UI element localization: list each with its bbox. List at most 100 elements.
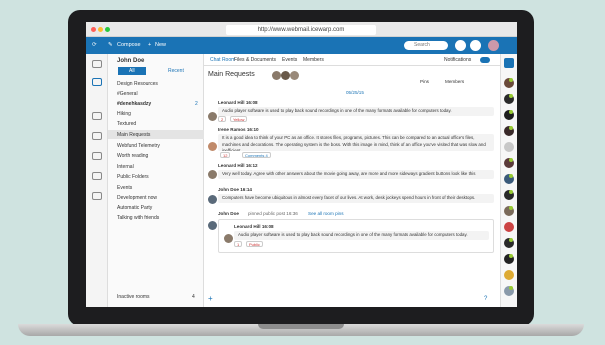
sidebar-item[interactable]: Development now — [117, 195, 157, 201]
pinned-text: pinned public post 16:36 — [248, 211, 298, 216]
app-window: http://www.webmail.icewarp.com ⟳ ✎ Compo… — [86, 22, 517, 307]
avatar — [208, 195, 217, 204]
contact-avatar[interactable] — [504, 222, 514, 232]
maximize-dot[interactable] — [105, 27, 110, 32]
reaction[interactable]: 1 — [234, 241, 243, 247]
contact-avatar[interactable] — [504, 110, 514, 120]
contact-avatar[interactable] — [504, 158, 514, 168]
contact-avatar[interactable] — [504, 270, 514, 280]
message-author: Leonard Hill 16:12 — [218, 163, 258, 168]
add-icon[interactable]: + — [208, 294, 213, 303]
reaction[interactable]: Yellow — [230, 116, 248, 122]
app-topbar: ⟳ ✎ Compose + New Search — [86, 37, 517, 54]
contact-avatar[interactable] — [504, 142, 514, 152]
phone-icon[interactable] — [455, 40, 466, 51]
contact-avatar[interactable] — [504, 126, 514, 136]
laptop-notch — [258, 324, 344, 329]
browser-titlebar: http://www.webmail.icewarp.com — [86, 22, 517, 37]
avatar — [272, 71, 281, 80]
contact-avatar[interactable] — [504, 190, 514, 200]
message-author: Leonard Hill 16:08 — [234, 224, 274, 229]
sidebar-item-active[interactable]: Main Requests — [117, 132, 150, 138]
comments-button[interactable]: Comments 4 — [242, 152, 271, 158]
pins-button[interactable]: Pins — [420, 79, 429, 84]
message-author: Leonard Hill 16:08 — [218, 100, 258, 105]
mail-icon[interactable] — [92, 60, 102, 68]
reaction[interactable]: Public — [246, 241, 263, 247]
new-button[interactable]: New — [155, 42, 166, 48]
files-icon[interactable] — [92, 192, 102, 200]
avatar[interactable] — [488, 40, 499, 51]
settings-icon[interactable] — [504, 58, 514, 68]
notifications-label: Notifications — [444, 57, 472, 63]
date-separator: 05/25/15 — [346, 90, 364, 95]
message-text: Audio player software is used to play ba… — [234, 231, 489, 240]
message-author: Irene Ramos 16:10 — [218, 127, 259, 132]
tab-events[interactable]: Events — [282, 57, 297, 63]
contact-avatar[interactable] — [504, 206, 514, 216]
sidebar-item[interactable]: Worth reading — [117, 153, 148, 159]
tasks-icon[interactable] — [92, 152, 102, 160]
sidebar-item[interactable]: Public Folders — [117, 174, 149, 180]
contact-avatar[interactable] — [504, 78, 514, 88]
video-icon[interactable] — [470, 40, 481, 51]
sidebar-item[interactable]: Textured — [117, 121, 136, 127]
pinned-author: John Doe — [218, 211, 239, 216]
contact-avatar[interactable] — [504, 286, 514, 296]
contact-avatar[interactable] — [504, 254, 514, 264]
avatar — [208, 170, 217, 179]
tab-chat-room[interactable]: Chat Room — [210, 57, 235, 63]
sidebar-item[interactable]: Hiking — [117, 111, 131, 117]
sidebar-item[interactable]: Design Resources — [117, 81, 158, 87]
chat-panel: Chat Room Files & Documents Events Membe… — [204, 54, 500, 307]
refresh-icon[interactable]: ⟳ — [92, 42, 97, 48]
notes-icon[interactable] — [92, 172, 102, 180]
reaction[interactable]: 2 — [218, 116, 227, 122]
compose-icon[interactable]: ✎ — [108, 42, 113, 48]
room-tabs: Chat Room Files & Documents Events Membe… — [204, 54, 500, 66]
see-pins-link[interactable]: See all room pins — [308, 211, 344, 216]
tab-all[interactable]: All — [118, 67, 146, 75]
room-sidebar: John Doe All Recent Design Resources #Ge… — [108, 54, 204, 307]
contact-avatar[interactable] — [504, 174, 514, 184]
sidebar-item[interactable]: Internal — [117, 164, 134, 170]
compose-button[interactable]: Compose — [117, 42, 141, 48]
tab-files[interactable]: Files & Documents — [234, 57, 276, 63]
search-input[interactable]: Search — [404, 41, 448, 50]
sidebar-item[interactable]: Webfund Telemetry — [117, 143, 160, 149]
members-button[interactable]: Members — [445, 79, 464, 84]
message-text: It is a good idea to think of your PC as… — [218, 134, 494, 151]
tab-members[interactable]: Members — [303, 57, 324, 63]
inactive-rooms[interactable]: Inactive rooms — [117, 294, 150, 300]
sidebar-item[interactable]: Talking with friends — [117, 215, 159, 221]
avatar — [224, 234, 233, 243]
message-text: Audio player software is used to play ba… — [218, 107, 494, 116]
close-dot[interactable] — [91, 27, 96, 32]
avatar — [281, 71, 290, 80]
room-title: Main Requests — [208, 71, 255, 78]
unread-badge: 2 — [195, 101, 198, 107]
message-text: Very well today. Agree with other answer… — [218, 170, 494, 179]
left-rail — [86, 54, 108, 307]
sidebar-item[interactable]: #denehkasdzy — [117, 101, 151, 107]
url-bar[interactable]: http://www.webmail.icewarp.com — [226, 25, 376, 35]
contact-avatar[interactable] — [504, 94, 514, 104]
tab-recent[interactable]: Recent — [160, 67, 192, 75]
chat-icon[interactable] — [92, 78, 102, 86]
contact-avatar[interactable] — [504, 238, 514, 248]
user-name[interactable]: John Doe — [117, 58, 144, 64]
avatar — [290, 71, 299, 80]
avatar — [208, 142, 217, 151]
sidebar-item[interactable]: Events — [117, 185, 132, 191]
avatar — [208, 221, 217, 230]
minimize-dot[interactable] — [98, 27, 103, 32]
avatar — [208, 112, 217, 121]
sidebar-item[interactable]: #General — [117, 91, 138, 97]
notifications-toggle[interactable] — [480, 57, 490, 63]
plus-icon[interactable]: + — [148, 42, 151, 48]
sidebar-item[interactable]: Automatic Party — [117, 205, 152, 211]
help-icon[interactable]: ? — [484, 296, 487, 302]
reaction[interactable]: 12 — [220, 152, 231, 158]
contacts-icon[interactable] — [92, 132, 102, 140]
calendar-icon[interactable] — [92, 112, 102, 120]
